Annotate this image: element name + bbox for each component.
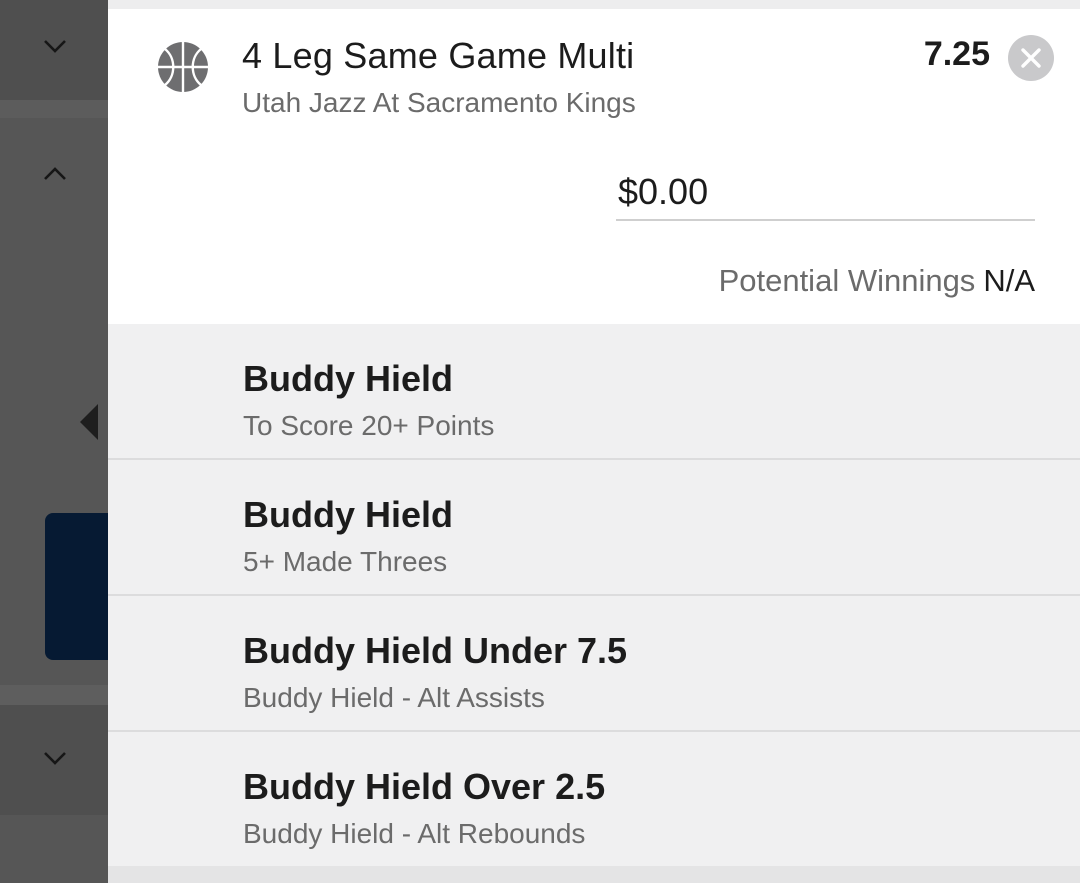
basketball-icon <box>156 40 210 94</box>
odds-value: 7.25 <box>923 35 990 73</box>
close-button[interactable] <box>1008 35 1054 81</box>
leg-title: Buddy Hield Over 2.5 <box>243 766 606 807</box>
multi-title: 4 Leg Same Game Multi <box>242 35 635 76</box>
chevron-down-icon[interactable] <box>42 750 68 768</box>
leg-market: Buddy Hield - Alt Assists <box>243 682 545 713</box>
leg-title: Buddy Hield Under 7.5 <box>243 630 628 671</box>
collapse-caret-icon[interactable] <box>80 404 98 440</box>
multi-bet-header: 4 Leg Same Game Multi Utah Jazz At Sacra… <box>108 9 1080 324</box>
list-item[interactable]: Buddy Hield Under 7.5 Buddy Hield - Alt … <box>108 596 1080 732</box>
panel-bottom-edge <box>108 866 1080 883</box>
background-overlay <box>0 0 108 883</box>
stake-input[interactable]: $0.00 <box>616 167 1035 221</box>
potential-winnings-label: Potential Winnings <box>718 263 976 298</box>
chevron-down-icon[interactable] <box>42 38 68 56</box>
leg-market: Buddy Hield - Alt Rebounds <box>243 818 586 849</box>
potential-winnings: Potential Winnings N/A <box>719 263 1035 299</box>
background-button <box>45 513 108 660</box>
panel-top-edge <box>108 0 1080 9</box>
list-item[interactable]: Buddy Hield Over 2.5 Buddy Hield - Alt R… <box>108 732 1080 874</box>
chevron-up-icon[interactable] <box>42 166 68 184</box>
bet-slip-panel: 4 Leg Same Game Multi Utah Jazz At Sacra… <box>108 0 1080 883</box>
leg-market: 5+ Made Threes <box>243 546 448 577</box>
overlay-band <box>0 685 108 705</box>
legs-list: Buddy Hield To Score 20+ Points Buddy Hi… <box>108 324 1080 874</box>
match-name: Utah Jazz At Sacramento Kings <box>242 87 636 118</box>
leg-title: Buddy Hield <box>243 494 454 535</box>
potential-winnings-value: N/A <box>983 263 1035 298</box>
list-item[interactable]: Buddy Hield 5+ Made Threes <box>108 460 1080 596</box>
list-item[interactable]: Buddy Hield To Score 20+ Points <box>108 324 1080 460</box>
leg-title: Buddy Hield <box>243 358 454 399</box>
close-icon <box>1021 48 1041 68</box>
overlay-band <box>0 100 108 118</box>
stake-value: $0.00 <box>618 171 709 212</box>
leg-market: To Score 20+ Points <box>243 410 495 441</box>
